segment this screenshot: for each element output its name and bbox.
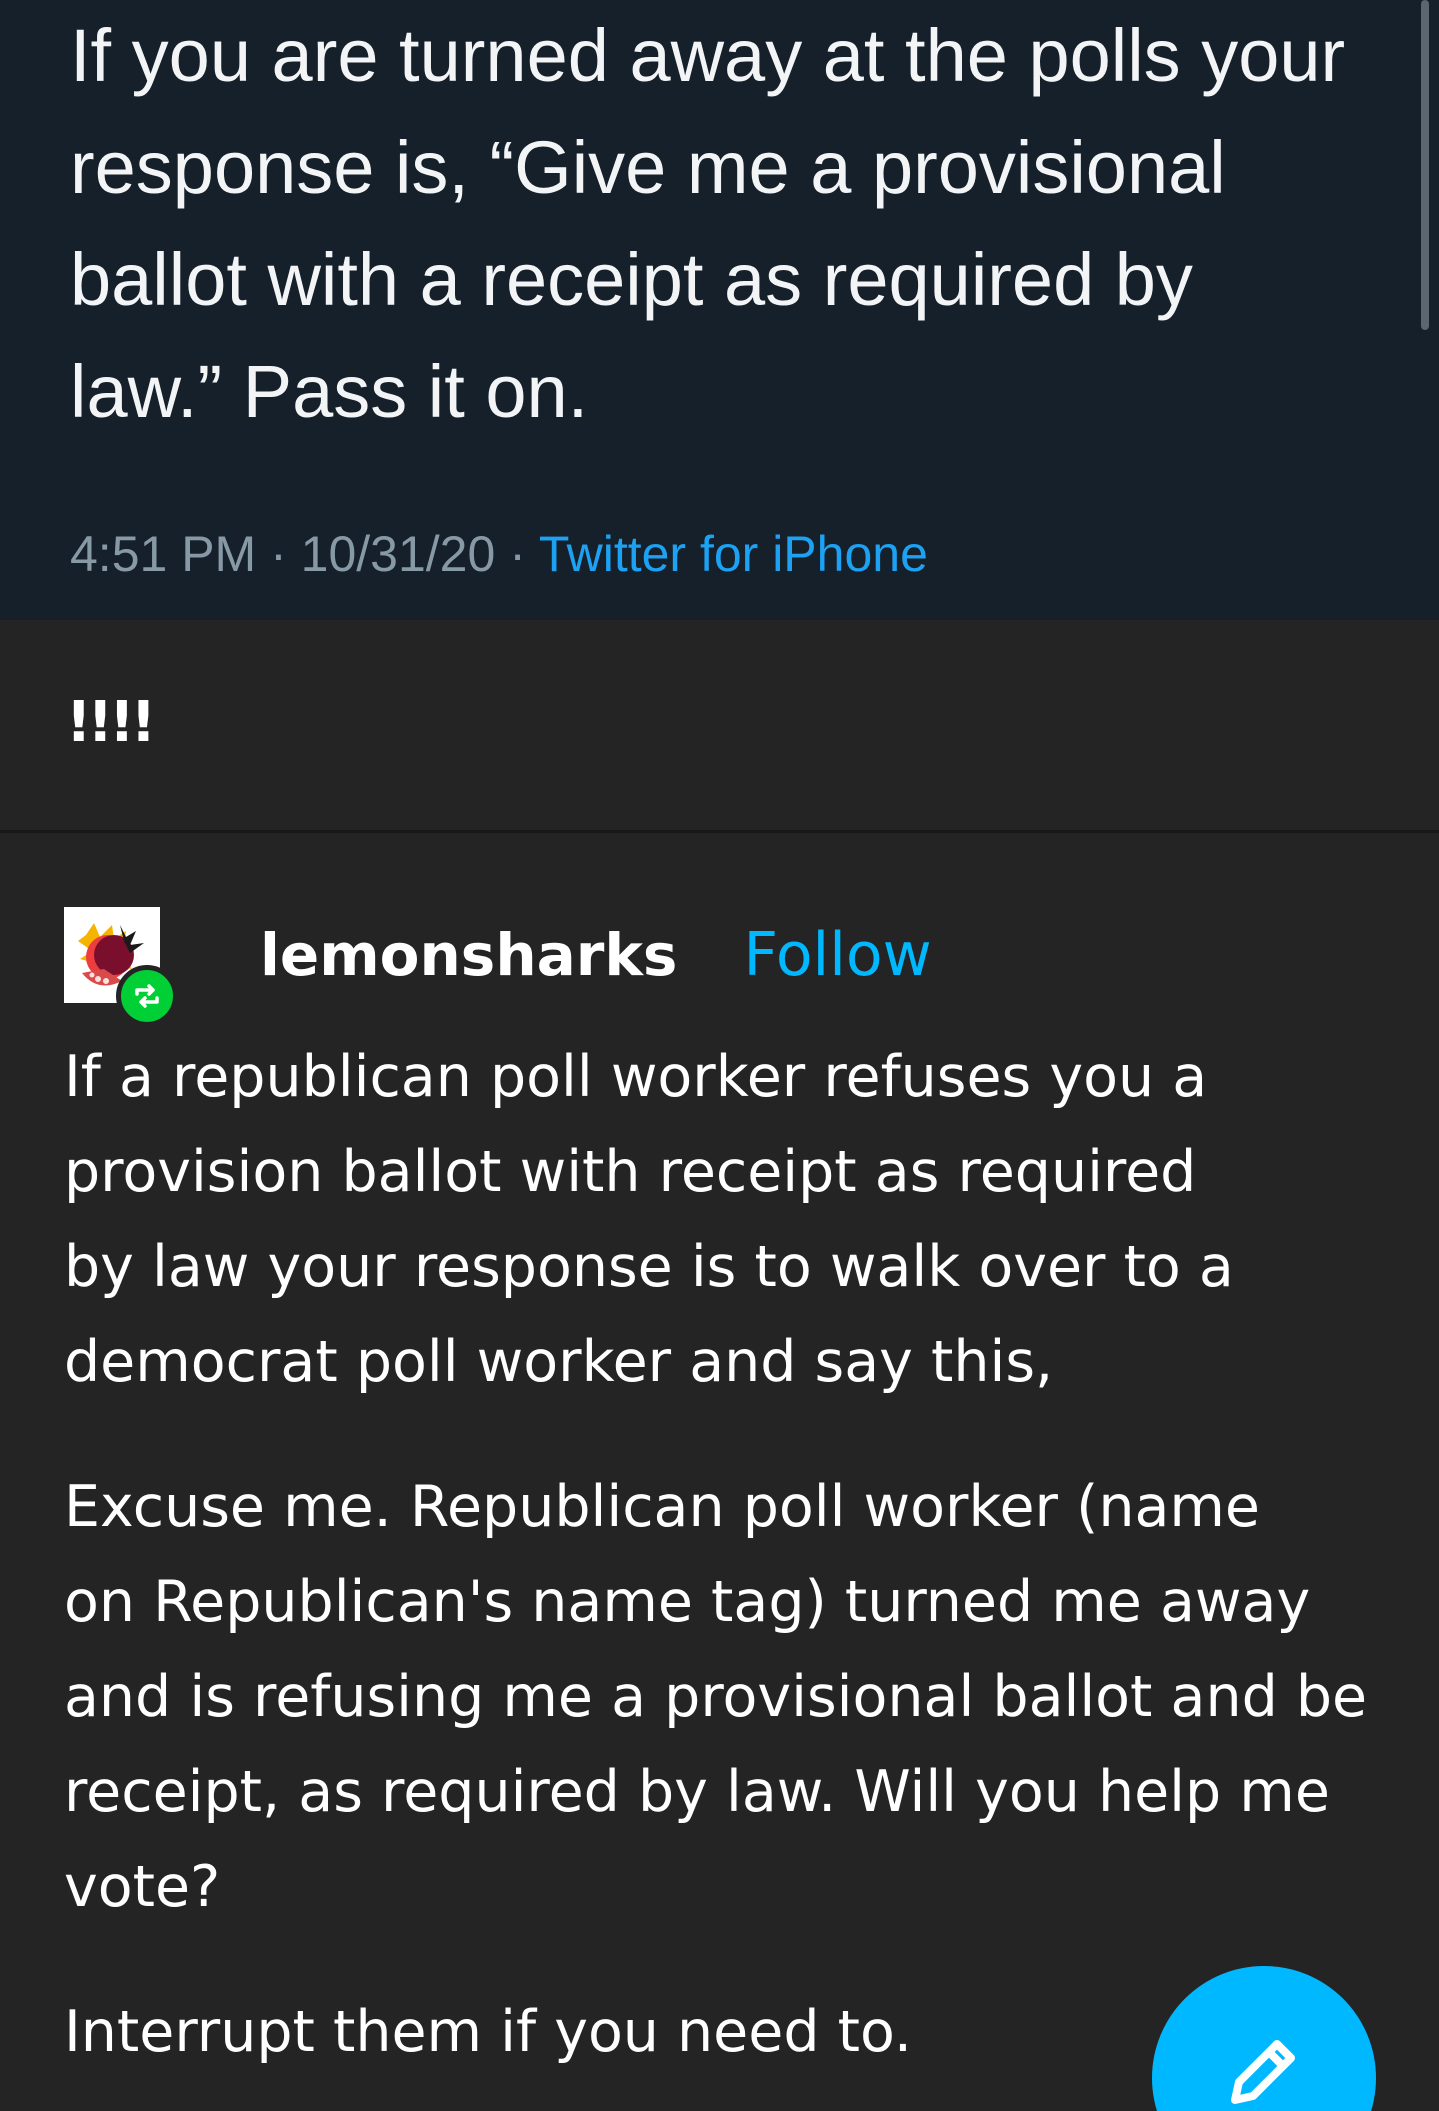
username-link[interactable]: lemonsharks <box>260 921 677 989</box>
post-body: If a republican poll worker refuses you … <box>64 1030 1394 2111</box>
tweet-date: 10/31/20 <box>300 526 496 582</box>
pencil-icon <box>1231 2040 1295 2104</box>
tumblr-post-view: If you are turned away at the polls your… <box>0 0 1439 2111</box>
tweet-text: If you are turned away at the polls your… <box>70 14 1346 433</box>
embedded-tweet-image: If you are turned away at the polls your… <box>0 0 1439 620</box>
tweet-metadata: 4:51 PM · 10/31/20 · Twitter for iPhone <box>70 525 928 583</box>
tweet-source: Twitter for iPhone <box>538 526 928 582</box>
post-paragraph: Excuse me. Republican poll worker (name … <box>64 1474 1368 1920</box>
scrollbar[interactable] <box>1421 0 1429 330</box>
tweet-time: 4:51 PM <box>70 526 257 582</box>
tweet-separator: · <box>256 526 301 582</box>
reblog-icon <box>116 965 178 1027</box>
divider <box>0 830 1439 833</box>
reblog-comment: !!!! <box>66 690 156 755</box>
tweet-separator: · <box>495 526 539 582</box>
follow-button[interactable]: Follow <box>743 920 931 990</box>
post-paragraph: If a republican poll worker refuses you … <box>64 1044 1234 1395</box>
post-header: lemonsharks Follow <box>64 895 932 1027</box>
avatar[interactable] <box>64 907 178 1027</box>
